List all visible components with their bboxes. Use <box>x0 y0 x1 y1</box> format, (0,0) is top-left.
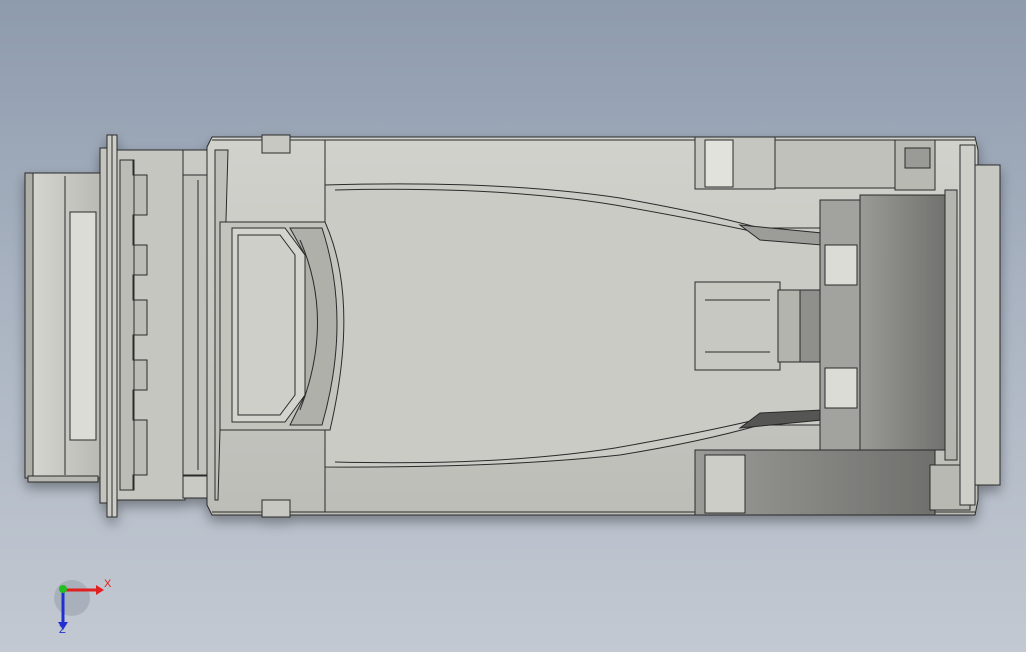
latch-window <box>219 221 345 431</box>
right-end-cap <box>959 144 1001 506</box>
triad-shadow <box>54 580 90 616</box>
z-axis-label: Z <box>59 624 66 636</box>
left-plug <box>24 172 106 483</box>
cad-model-top-view[interactable]: X Z <box>0 0 1026 652</box>
flange-plate <box>99 134 118 518</box>
connector-assembly <box>24 134 1001 518</box>
cad-viewport[interactable]: X Z <box>0 0 1026 652</box>
orientation-triad: X Z <box>54 578 112 636</box>
bottom-right-panel <box>694 449 971 516</box>
latch-teeth <box>116 149 186 501</box>
y-axis-dot <box>59 585 67 593</box>
right-receptacle <box>819 189 958 461</box>
x-axis-arrowhead <box>96 585 104 595</box>
top-right-clips <box>694 136 936 191</box>
x-axis-label: X <box>104 578 112 590</box>
